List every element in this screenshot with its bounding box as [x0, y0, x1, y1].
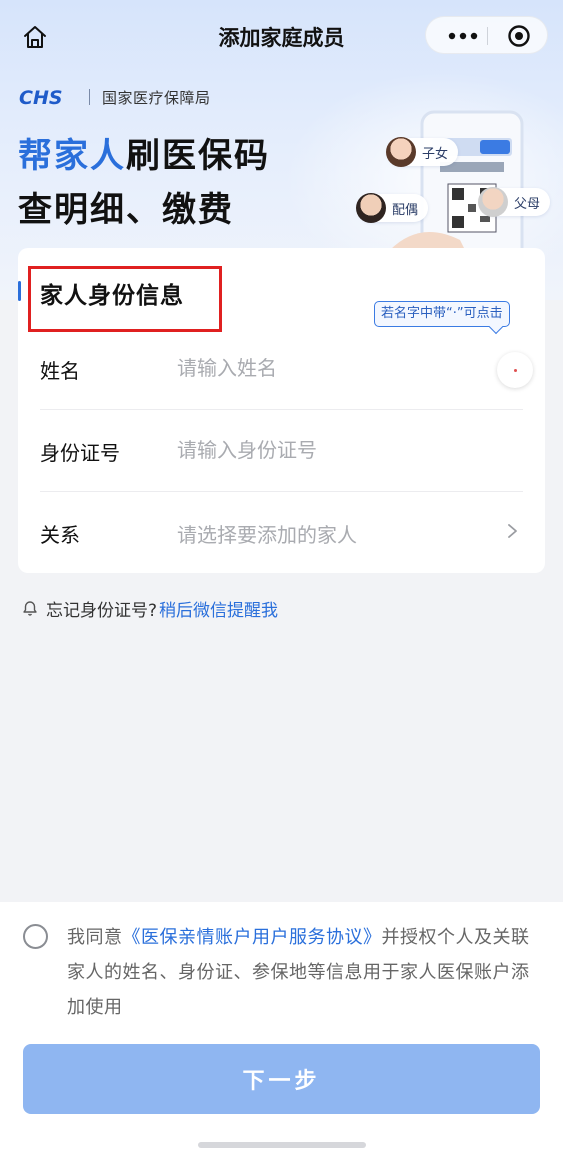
headline-primary-rest: 刷医保码 — [126, 136, 270, 176]
name-input[interactable] — [177, 348, 477, 388]
relation-select[interactable]: 请选择要添加的家人 — [177, 519, 357, 548]
role-chip-child: 子女 — [386, 137, 459, 167]
id-number-row: 身份证号 — [40, 410, 523, 492]
forgot-id-text: 忘记身份证号? — [46, 600, 158, 621]
name-row: 姓名 — [40, 328, 533, 410]
role-parents-label: 父母 — [514, 196, 541, 212]
id-number-input[interactable] — [177, 430, 477, 470]
parents-avatar — [478, 187, 508, 217]
next-step-button[interactable]: 下一步 — [23, 1044, 540, 1114]
relation-row[interactable]: 关系 请选择要添加的家人 — [40, 492, 523, 574]
chevron-right-icon — [508, 524, 517, 538]
role-child-label: 子女 — [422, 146, 449, 162]
forgot-id-row: 忘记身份证号? 稍后微信提醒我 — [20, 596, 278, 621]
child-avatar — [386, 137, 416, 167]
bottom-panel: 我同意《医保亲情账户用户服务协议》并授权个人及关联家人的姓名、身份证、参保地等信… — [0, 902, 563, 1158]
spouse-avatar — [356, 193, 386, 223]
chs-logo-text: CHS — [19, 87, 63, 107]
role-spouse-label: 配偶 — [392, 202, 419, 218]
headline-primary: 帮家人刷医保码 — [18, 128, 270, 177]
chs-logo: CHS — [19, 87, 63, 107]
relation-label: 关系 — [40, 523, 80, 547]
agency-name: 国家医疗保障局 — [102, 88, 211, 107]
name-label: 姓名 — [40, 359, 80, 383]
family-info-card: 家人身份信息 若名字中带“·”可点击 姓名 身份证号 关系 请选择要添加的家人 — [18, 248, 545, 573]
annotation-highlight-box — [28, 266, 222, 332]
more-dots-icon — [448, 32, 478, 40]
brand-row: CHS 国家医疗保障局 — [19, 86, 211, 108]
section-accent-bar — [18, 281, 21, 301]
protocol-link[interactable]: 《医保亲情账户用户服务协议》 — [123, 927, 382, 948]
mini-program-capsule — [425, 16, 548, 54]
nav-bar: 添加家庭成员 — [0, 0, 563, 72]
role-chip-spouse: 配偶 — [356, 193, 429, 223]
role-chip-parents: 父母 — [478, 187, 551, 217]
agreement-prefix: 我同意 — [67, 927, 123, 948]
close-button[interactable] — [498, 17, 540, 55]
insert-dot-button[interactable] — [497, 352, 533, 388]
capsule-divider — [487, 27, 488, 45]
phone-graphic — [390, 110, 524, 264]
home-indicator — [198, 1142, 366, 1148]
dot-icon — [513, 368, 517, 372]
target-close-icon — [508, 25, 530, 47]
more-button[interactable] — [440, 17, 486, 55]
headline-highlight: 帮家人 — [18, 136, 126, 176]
agreement-checkbox[interactable] — [23, 924, 48, 949]
id-number-label: 身份证号 — [40, 441, 120, 465]
remind-me-link[interactable]: 稍后微信提醒我 — [159, 596, 278, 621]
agreement-text: 我同意《医保亲情账户用户服务协议》并授权个人及关联家人的姓名、身份证、参保地等信… — [67, 920, 547, 1025]
brand-divider — [89, 89, 90, 105]
headline-secondary: 查明细、缴费 — [18, 190, 234, 230]
name-dot-tip: 若名字中带“·”可点击 — [374, 301, 510, 327]
bell-icon — [23, 601, 37, 616]
phone-illustration: 子女 配偶 父母 — [350, 100, 563, 264]
